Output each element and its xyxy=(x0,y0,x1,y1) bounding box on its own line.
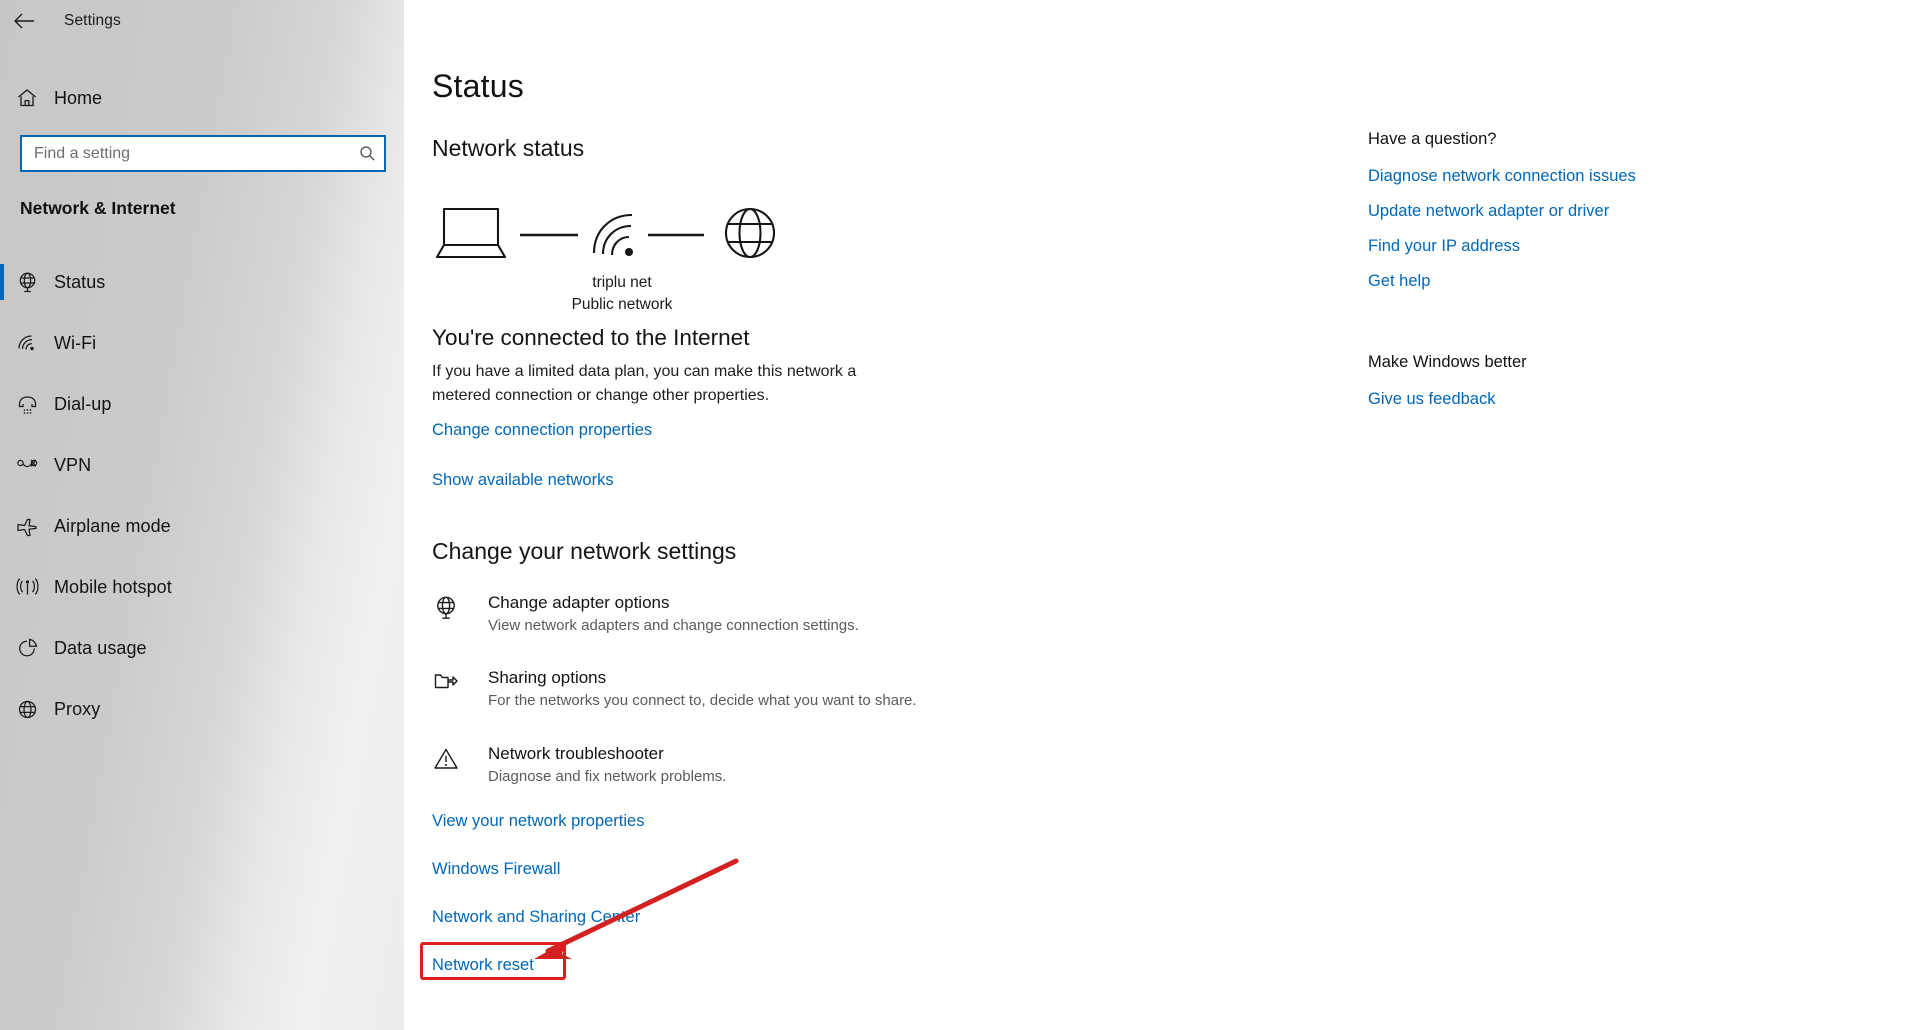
rail-link-give-feedback[interactable]: Give us feedback xyxy=(1368,390,1788,409)
sidebar-item-wifi[interactable]: Wi-Fi xyxy=(0,313,404,374)
sidebar-item-airplane-mode[interactable]: Airplane mode xyxy=(0,496,404,557)
sidebar-item-vpn[interactable]: VPN xyxy=(0,435,404,496)
wifi-signal-icon xyxy=(592,213,633,256)
network-diagram-labels: triplu net Public network xyxy=(432,272,812,317)
main-content: Status Network status triplu net Public … xyxy=(404,0,1920,1030)
link-windows-firewall[interactable]: Windows Firewall xyxy=(432,860,560,879)
sidebar-item-label: Status xyxy=(54,272,106,292)
home-icon xyxy=(0,86,54,110)
search-icon[interactable] xyxy=(350,145,384,162)
sidebar-item-label: VPN xyxy=(54,455,92,475)
sidebar-item-label: Dial-up xyxy=(54,394,112,414)
rail-link-get-help[interactable]: Get help xyxy=(1368,272,1788,291)
sidebar-category-heading: Network & Internet xyxy=(20,198,176,218)
sidebar-item-label: Proxy xyxy=(54,699,101,719)
setting-sharing-options[interactable]: Sharing options For the networks you con… xyxy=(432,667,1072,711)
setting-title: Network troubleshooter xyxy=(488,744,664,763)
settings-window: Settings Home Find a setting Network & I… xyxy=(0,0,1920,1030)
sidebar-item-data-usage[interactable]: Data usage xyxy=(0,618,404,679)
selected-indicator xyxy=(0,264,4,300)
wifi-dot-icon xyxy=(625,248,633,256)
network-diagram xyxy=(432,195,812,267)
laptop-icon xyxy=(435,207,507,259)
sidebar-item-label: Mobile hotspot xyxy=(54,577,172,597)
rail-link-update-adapter[interactable]: Update network adapter or driver xyxy=(1368,202,1788,221)
sidebar-item-proxy[interactable]: Proxy xyxy=(0,679,404,740)
rail-question-heading: Have a question? xyxy=(1368,130,1497,148)
setting-text: Change adapter options View network adap… xyxy=(488,592,859,636)
setting-title: Change adapter options xyxy=(488,593,670,612)
title-bar: Settings xyxy=(0,0,404,42)
network-adapter-globe-icon xyxy=(432,592,488,622)
wifi-icon xyxy=(0,331,54,356)
sidebar-item-dialup[interactable]: Dial-up xyxy=(0,374,404,435)
network-name: triplu net xyxy=(592,274,652,291)
rail-link-diagnose[interactable]: Diagnose network connection issues xyxy=(1368,167,1788,186)
dialup-phone-icon xyxy=(0,392,54,417)
link-show-available-networks[interactable]: Show available networks xyxy=(432,471,614,490)
network-status-heading: Network status xyxy=(432,135,585,161)
setting-subtitle: Diagnose and fix network problems. xyxy=(488,767,727,785)
sidebar-item-label: Airplane mode xyxy=(54,516,171,536)
setting-text: Network troubleshooter Diagnose and fix … xyxy=(488,743,726,787)
page-title: Status xyxy=(432,68,524,104)
change-network-settings-heading: Change your network settings xyxy=(432,538,737,564)
rail-link-find-ip[interactable]: Find your IP address xyxy=(1368,237,1788,256)
airplane-icon xyxy=(0,514,54,539)
search-box[interactable] xyxy=(20,135,386,172)
sidebar-item-home[interactable]: Home xyxy=(0,76,404,120)
back-button[interactable] xyxy=(0,1,48,41)
right-rail: Have a question? Diagnose network connec… xyxy=(1368,130,1788,425)
setting-text: Sharing options For the networks you con… xyxy=(488,667,917,711)
sharing-folder-icon xyxy=(432,667,488,697)
window-title: Settings xyxy=(64,12,121,29)
search-input[interactable] xyxy=(22,144,350,163)
setting-subtitle: View network adapters and change connect… xyxy=(488,616,859,634)
link-network-reset[interactable]: Network reset xyxy=(432,956,534,975)
arrow-head-icon xyxy=(534,941,572,959)
network-type: Public network xyxy=(571,296,673,314)
sidebar-item-home-label: Home xyxy=(54,87,103,108)
rail-feedback-heading: Make Windows better xyxy=(1368,353,1527,371)
sidebar-item-label: Data usage xyxy=(54,638,147,658)
setting-title: Sharing options xyxy=(488,668,607,687)
back-arrow-icon xyxy=(14,13,34,29)
setting-subtitle: For the networks you connect to, decide … xyxy=(488,691,917,709)
warning-triangle-icon xyxy=(432,743,488,773)
globe-icon xyxy=(0,697,54,722)
pie-chart-icon xyxy=(0,636,54,661)
sidebar-nav-list: Status Wi-Fi Dial-up VPN Airplane mode M… xyxy=(0,252,404,740)
setting-network-troubleshooter[interactable]: Network troubleshooter Diagnose and fix … xyxy=(432,743,1072,787)
sidebar-item-status[interactable]: Status xyxy=(0,252,404,313)
sidebar-item-label: Wi-Fi xyxy=(54,333,97,353)
sidebar: Settings Home Find a setting Network & I… xyxy=(0,0,404,1030)
sidebar-item-mobile-hotspot[interactable]: Mobile hotspot xyxy=(0,557,404,618)
hotspot-icon xyxy=(0,575,54,600)
setting-change-adapter-options[interactable]: Change adapter options View network adap… xyxy=(432,592,1072,636)
link-change-connection-properties[interactable]: Change connection properties xyxy=(432,421,652,440)
connection-status-heading: You're connected to the Internet xyxy=(432,325,750,350)
globe-status-icon xyxy=(0,270,54,295)
globe-icon xyxy=(724,207,776,259)
link-view-network-properties[interactable]: View your network properties xyxy=(432,812,644,831)
connection-status-description: If you have a limited data plan, you can… xyxy=(432,363,857,404)
vpn-icon xyxy=(0,453,54,478)
link-network-and-sharing-center[interactable]: Network and Sharing Center xyxy=(432,908,640,927)
